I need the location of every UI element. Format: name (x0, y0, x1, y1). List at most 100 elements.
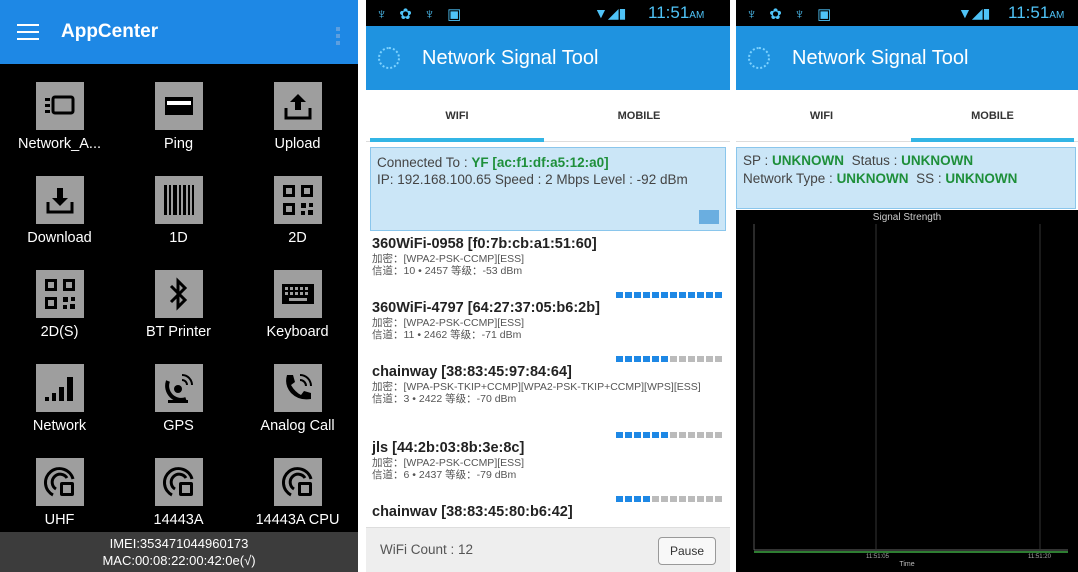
wifi-list-item[interactable]: 360WiFi-0958 [f0:7b:cb:a1:51:60] 加密：[WPA2… (366, 236, 730, 300)
app-tile[interactable]: GPS (119, 346, 238, 440)
wifi-count: WiFi Count : 12 (380, 542, 474, 557)
folder-icon[interactable] (699, 210, 719, 224)
app-tile[interactable]: BT Printer (119, 252, 238, 346)
app-tile[interactable]: 1D (119, 158, 238, 252)
device-info-footer: IMEI:353471044960173 MAC:00:08:22:00:42:… (0, 532, 358, 572)
wifi-list-item[interactable]: chainwav [38:83:45:80:b6:42] (366, 504, 730, 526)
app-tile-label: 2D (288, 230, 307, 246)
plot-grid (753, 224, 1068, 553)
wifi-screen: ♆✿♆▣ ▼◢▮ 11:51AM Network Signal Tool WIF… (366, 0, 730, 572)
phone-icon (273, 364, 322, 412)
mac-text: MAC:00:08:22:00:42:0e(√) (102, 553, 256, 568)
tab-wifi[interactable]: WIFI (736, 90, 907, 141)
tab-bar: WIFI MOBILE (366, 90, 730, 142)
app-tile-label: 14443A (153, 512, 204, 528)
wifi-ssid: jls [44:2b:03:8b:3e:8c] (372, 440, 525, 456)
app-tile[interactable]: Download (0, 158, 119, 252)
app-tile-label: 2D(S) (40, 324, 79, 340)
app-tile[interactable]: 14443A CPU (238, 440, 357, 534)
wifi-list[interactable]: 360WiFi-0958 [f0:7b:cb:a1:51:60] 加密：[WPA2… (366, 236, 730, 526)
signal-level-bar (616, 432, 722, 438)
tick-label: 11:51:20 (1028, 554, 1051, 560)
wifi-channel: 信道：10 • 2457 等级：-53 dBm (372, 265, 523, 277)
app-tile-label: Ping (163, 136, 194, 152)
notification-icons: ♆✿♆▣ (376, 6, 474, 23)
app-tile[interactable]: Network (0, 346, 119, 440)
ping-icon (154, 82, 203, 130)
signal-level-bar (616, 496, 722, 502)
sp-value: UNKNOWN (772, 153, 845, 168)
wifi-channel: 信道：11 • 2462 等级：-71 dBm (372, 329, 522, 341)
app-grid: Network_A... Ping Upload Download 1D 2D 2D(S) B… (0, 64, 358, 532)
clock: 11:51AM (1008, 3, 1065, 22)
ip-line: IP: 192.168.100.65 Speed : 2 Mbps Level … (377, 172, 688, 187)
keyboard-icon (273, 270, 322, 318)
app-logo-icon[interactable] (378, 47, 400, 69)
app-tile[interactable]: Keyboard (238, 252, 357, 346)
app-tile[interactable]: Analog Call (238, 346, 357, 440)
tool-title: Network Signal Tool (792, 46, 969, 69)
app-tile[interactable]: 14443A (119, 440, 238, 534)
app-tile-label: Download (27, 230, 92, 246)
plot-title: Signal Strength (872, 212, 942, 223)
wifi-ssid: chainway [38:83:45:97:84:64] (372, 364, 572, 380)
status-value: UNKNOWN (901, 153, 974, 168)
wifi-footer: WiFi Count : 12 Pause (366, 527, 730, 572)
tick-label: 11:51:05 (866, 554, 889, 560)
barcode-icon (154, 176, 203, 224)
app-bar: AppCenter (0, 0, 358, 64)
signal-bars-icon (35, 364, 84, 412)
app-tile[interactable]: Ping (119, 64, 238, 158)
ss-value: UNKNOWN (945, 171, 1018, 186)
signal-level-bar (616, 292, 722, 298)
wifi-security: 加密：[WPA2-PSK-CCMP][ESS] (372, 317, 525, 329)
wifi-security: 加密：[WPA2-PSK-CCMP][ESS] (372, 253, 525, 265)
imei-text: IMEI:353471044960173 (109, 536, 249, 551)
tab-bar: WIFI MOBILE (736, 90, 1078, 142)
tab-mobile[interactable]: MOBILE (907, 90, 1078, 142)
rfid-icon (273, 458, 322, 506)
download-icon (35, 176, 84, 224)
signal-level-bar (616, 356, 722, 362)
tool-action-bar: Network Signal Tool (736, 26, 1078, 90)
signal-icon: ▼◢▮ (594, 5, 627, 21)
app-logo-icon[interactable] (748, 47, 770, 69)
app-tile-label: UHF (44, 512, 75, 528)
mobile-info: SP : UNKNOWN Status : UNKNOWN Network Ty… (736, 147, 1076, 209)
status-bar: ♆✿♆▣ ▼◢▮ 11:51AM (736, 0, 1078, 26)
overflow-menu-icon[interactable] (336, 27, 340, 45)
connected-label: Connected To : (377, 155, 468, 170)
app-tile-label: Analog Call (260, 418, 335, 434)
app-tile[interactable]: 2D(S) (0, 252, 119, 346)
signal-strength-plot: Signal Strength 11:51:05 11:51:20 Time (736, 210, 1078, 572)
network-analyzer-icon (35, 82, 84, 130)
status-bar: ♆✿♆▣ ▼◢▮ 11:51AM (366, 0, 730, 26)
app-tile-label: Network_A... (18, 136, 101, 152)
bluetooth-icon (154, 270, 203, 318)
menu-icon[interactable] (17, 24, 39, 40)
app-tile[interactable]: 2D (238, 158, 357, 252)
appcenter-screen: AppCenter Network_A... Ping Upload Download… (0, 0, 358, 572)
pause-button[interactable]: Pause (658, 537, 716, 565)
app-tile-label: Network (32, 418, 87, 434)
app-tile[interactable]: UHF (0, 440, 119, 534)
qr-code-icon (35, 270, 84, 318)
app-tile[interactable]: Network_A... (0, 64, 119, 158)
wifi-list-item[interactable]: 360WiFi-4797 [64:27:37:05:b6:2b] 加密：[WPA2… (366, 300, 730, 364)
app-tile-label: Upload (274, 136, 321, 152)
mobile-screen: ♆✿♆▣ ▼◢▮ 11:51AM Network Signal Tool WIF… (736, 0, 1078, 572)
connection-info: Connected To : YF [ac:f1:df:a5:12:a0] IP… (370, 147, 726, 231)
app-tile[interactable]: Upload (238, 64, 357, 158)
connected-value: YF [ac:f1:df:a5:12:a0] (471, 155, 609, 170)
wifi-security: 加密：[WPA-PSK-TKIP+CCMP][WPA2-PSK-TKIP+CCM… (372, 381, 701, 393)
wifi-security: 加密：[WPA2-PSK-CCMP][ESS] (372, 457, 525, 469)
tab-wifi[interactable]: WIFI (366, 90, 548, 142)
tool-action-bar: Network Signal Tool (366, 26, 730, 90)
wifi-list-item[interactable]: chainway [38:83:45:97:84:64] 加密：[WPA-PSK-… (366, 364, 730, 440)
tab-mobile[interactable]: MOBILE (548, 90, 730, 141)
rfid-icon (35, 458, 84, 506)
network-type-value: UNKNOWN (836, 171, 909, 186)
wifi-list-item[interactable]: jls [44:2b:03:8b:3e:8c] 加密：[WPA2-PSK-CCMP… (366, 440, 730, 504)
rfid-icon (154, 458, 203, 506)
wifi-ssid: chainwav [38:83:45:80:b6:42] (372, 504, 573, 520)
